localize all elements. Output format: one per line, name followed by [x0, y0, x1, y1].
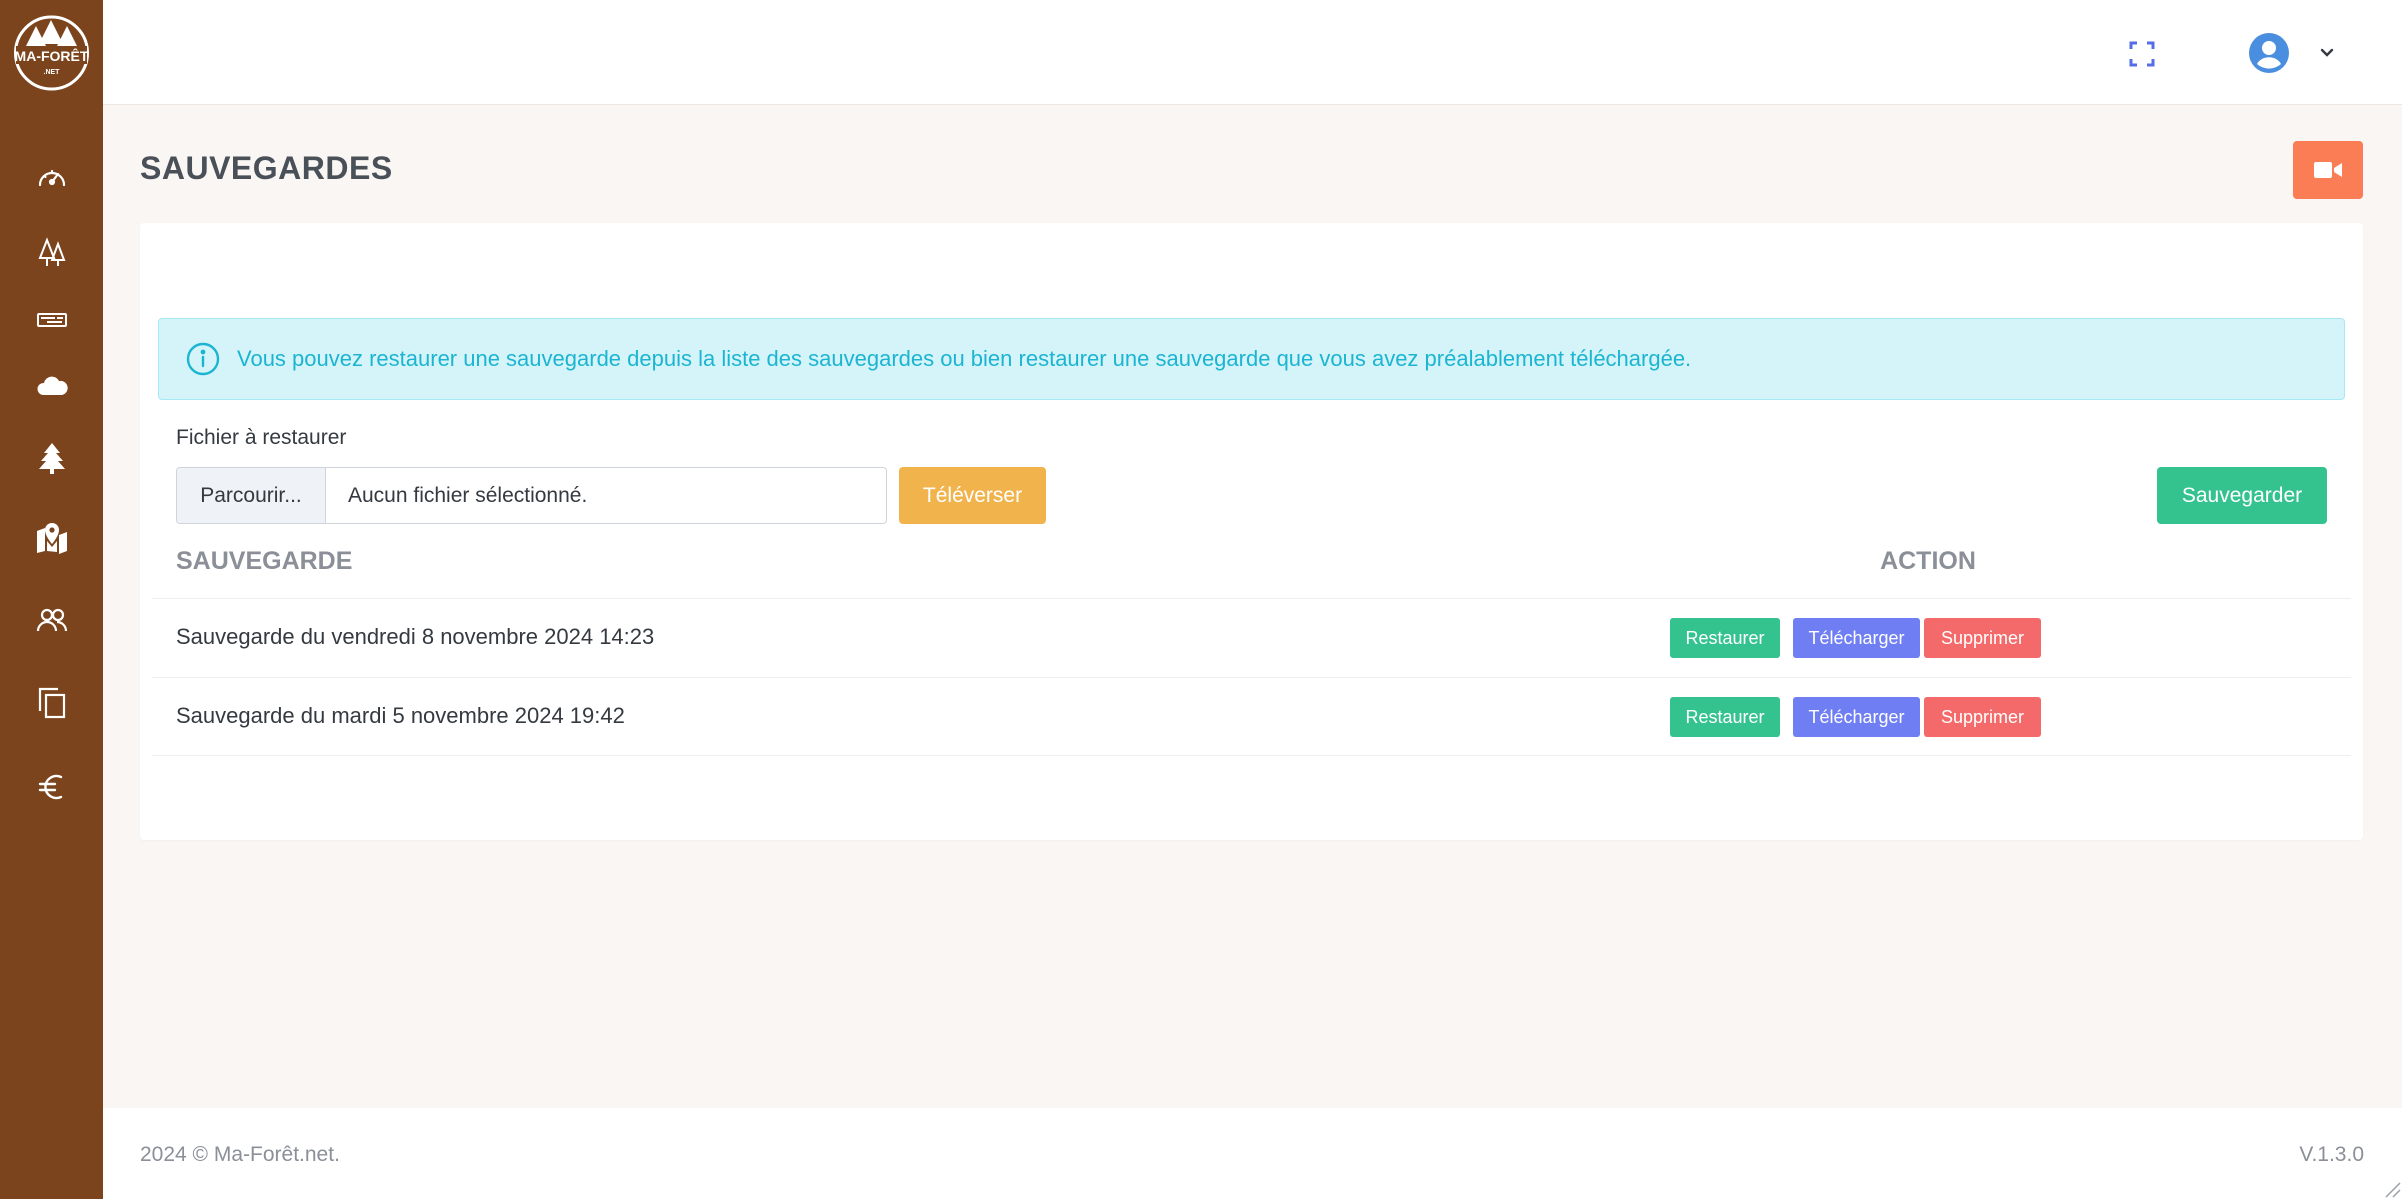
footer: 2024 © Ma-Forêt.net. V.1.3.0	[103, 1108, 2402, 1199]
topbar	[103, 0, 2402, 105]
video-tutorial-button[interactable]	[2293, 141, 2363, 199]
table-divider	[152, 598, 2351, 599]
cloud-weather-icon	[36, 376, 68, 395]
file-input[interactable]: Parcourir... Aucun fichier sélectionné.	[176, 467, 887, 524]
column-header-action: ACTION	[1880, 547, 1976, 575]
dashboard-gauge-icon	[38, 169, 65, 187]
sidebar-item-weather[interactable]	[0, 356, 103, 416]
user-avatar-icon	[2249, 33, 2289, 73]
users-icon	[36, 608, 67, 632]
backups-card: Vous pouvez restaurer une sauvegarde dep…	[140, 223, 2363, 840]
table-divider	[152, 755, 2351, 756]
logo-subtext: .NET	[44, 69, 61, 76]
euro-icon	[38, 774, 62, 800]
fullscreen-icon	[2129, 41, 2155, 67]
backup-name: Sauvegarde du mardi 5 novembre 2024 19:4…	[176, 703, 625, 728]
user-menu-toggle[interactable]	[2318, 44, 2336, 62]
table-divider	[152, 677, 2351, 678]
create-backup-button[interactable]: Sauvegarder	[2157, 467, 2327, 524]
selected-file-name: Aucun fichier sélectionné.	[348, 483, 588, 507]
file-to-restore-label: Fichier à restaurer	[176, 426, 347, 449]
delete-button[interactable]: Supprimer	[1924, 618, 2041, 658]
user-avatar-button[interactable]	[2248, 32, 2290, 74]
sidebar-item-dashboard[interactable]	[0, 148, 103, 208]
upload-button[interactable]: Téléverser	[899, 467, 1046, 524]
sidebar-item-map[interactable]	[0, 508, 103, 568]
page-title: SAUVEGARDES	[140, 150, 393, 186]
documents-copy-icon	[38, 687, 65, 719]
chevron-down-icon	[2320, 48, 2334, 57]
download-button[interactable]: Télécharger	[1793, 618, 1920, 658]
sidebar-item-trees[interactable]	[0, 428, 103, 488]
footer-copyright: 2024 © Ma-Forêt.net.	[140, 1143, 340, 1166]
ma-foret-logo[interactable]: MA-FORÊT .NET	[10, 14, 93, 92]
download-button[interactable]: Télécharger	[1793, 697, 1920, 737]
video-camera-icon	[2314, 162, 2342, 178]
logo-text: MA-FORÊT	[15, 47, 89, 64]
sidebar-item-wood[interactable]	[0, 290, 103, 350]
backup-name: Sauvegarde du vendredi 8 novembre 2024 1…	[176, 624, 655, 649]
info-alert-text: Vous pouvez restaurer une sauvegarde dep…	[237, 346, 1692, 371]
column-header-backup: SAUVEGARDE	[176, 547, 353, 575]
sidebar-item-finance[interactable]	[0, 757, 103, 817]
restore-button[interactable]: Restaurer	[1670, 697, 1780, 737]
wood-log-icon	[36, 313, 67, 327]
fullscreen-button[interactable]	[2124, 36, 2160, 72]
trees-icon	[38, 237, 65, 266]
sidebar: MA-FORÊT .NET	[0, 0, 103, 1199]
restore-button[interactable]: Restaurer	[1670, 618, 1780, 658]
delete-button[interactable]: Supprimer	[1924, 697, 2041, 737]
sidebar-item-forests[interactable]	[0, 223, 103, 283]
footer-version: V.1.3.0	[2299, 1143, 2364, 1166]
sidebar-item-documents[interactable]	[0, 673, 103, 733]
browse-button[interactable]: Parcourir...	[177, 468, 326, 523]
fir-tree-icon	[38, 443, 65, 474]
info-alert: Vous pouvez restaurer une sauvegarde dep…	[158, 318, 2345, 400]
map-marker-icon	[36, 523, 67, 554]
sidebar-item-users[interactable]	[0, 590, 103, 650]
resize-grip-icon[interactable]	[2378, 1175, 2402, 1199]
info-circle-icon	[186, 342, 220, 376]
